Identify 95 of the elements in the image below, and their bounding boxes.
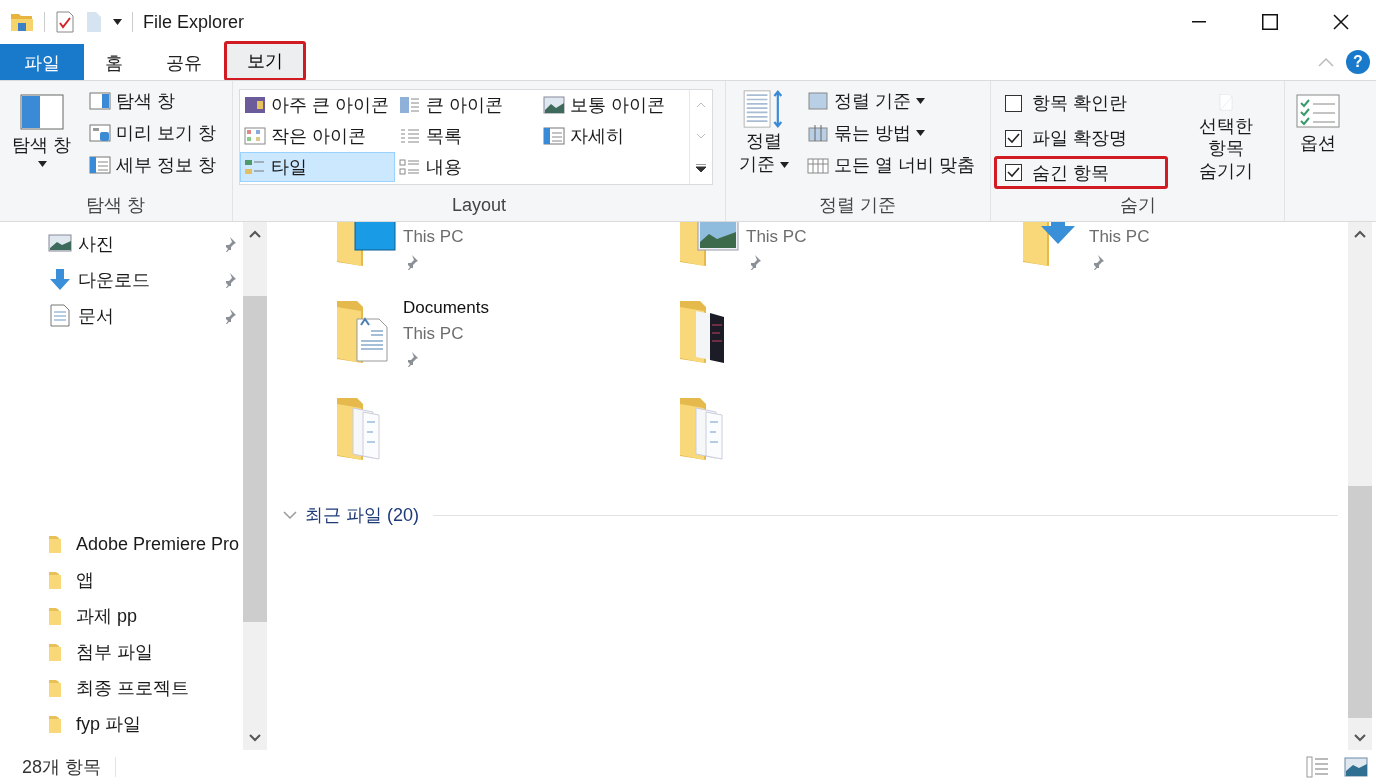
folder-icon: [48, 570, 62, 590]
folder-icon: [48, 534, 62, 554]
checkbox-option[interactable]: 항목 확인란: [994, 87, 1168, 120]
folder-icon[interactable]: [10, 11, 34, 33]
sidebar-item[interactable]: fyp 파일: [48, 706, 243, 742]
pane-icon: [89, 92, 111, 110]
sidebar-item[interactable]: Adobe Premiere Pro: [48, 526, 243, 562]
preview-pane-icon: [89, 124, 111, 142]
more-icon[interactable]: [696, 163, 706, 172]
sort-icon: [807, 92, 829, 110]
folder-tile[interactable]: Documents This PC: [333, 295, 676, 392]
scrollbar[interactable]: [243, 222, 267, 750]
ribbon-button[interactable]: 묶는 방법: [802, 119, 980, 147]
folder-tile[interactable]: This PC: [676, 222, 1019, 295]
folder-icon: [48, 642, 62, 662]
group-label: 정렬 기준: [818, 194, 898, 217]
fit-columns-icon: [807, 156, 829, 174]
group-label: 탐색 창: [85, 194, 147, 217]
maximize-icon: [1261, 14, 1278, 30]
checklist-icon[interactable]: [55, 11, 75, 33]
scrollbar[interactable]: [1348, 222, 1372, 750]
layout-option[interactable]: 큰 아이콘: [395, 90, 539, 120]
group-label: 숨기: [1118, 194, 1157, 217]
large-icons-icon: [399, 96, 421, 114]
ribbon-tab[interactable]: 공유: [145, 44, 223, 80]
caret-icon: [113, 19, 122, 25]
ribbon-tab[interactable]: 보기: [224, 41, 306, 81]
sidebar-item[interactable]: 첨부 파일: [48, 634, 243, 670]
details-pane-icon: [543, 127, 565, 145]
document-icon: [48, 304, 72, 328]
group-label: Layout: [450, 193, 507, 217]
folder-icon: [48, 606, 62, 626]
layout-option[interactable]: 목록: [395, 121, 539, 151]
ribbon-button[interactable]: 세부 정보 창: [84, 151, 221, 179]
hide-selected-button[interactable]: 선택한 항목 숨기기: [1174, 87, 1278, 189]
checkbox-option[interactable]: 숨긴 항목: [994, 156, 1168, 189]
scrollbar-thumb[interactable]: [1348, 486, 1372, 718]
status-text: 28개 항목: [22, 756, 102, 779]
section-title: 최근 파일 (20): [305, 504, 419, 527]
minimize-icon: [1191, 21, 1206, 23]
navigation-pane-button[interactable]: 탐색 창: [6, 87, 78, 189]
section-header[interactable]: 최근 파일 (20): [283, 503, 1348, 527]
checkbox-option[interactable]: 파일 확장명: [994, 121, 1168, 155]
download-arrow-icon: [48, 268, 72, 292]
checkbox[interactable]: [1005, 164, 1022, 182]
list-view-icon: [399, 127, 421, 145]
window-title: File Explorer: [143, 11, 245, 33]
sidebar-item[interactable]: 최종 프로젝트: [48, 670, 243, 706]
close-icon: [1332, 14, 1349, 30]
folder-name: Documents: [403, 297, 489, 319]
sidebar-item[interactable]: 사진: [48, 226, 243, 262]
details-pane-icon: [89, 156, 111, 174]
layout-option[interactable]: 내용: [395, 152, 539, 182]
ribbon-button[interactable]: 미리 보기 창: [84, 119, 221, 147]
scroll-down-icon[interactable]: [1354, 734, 1366, 742]
medium-icons-icon: [543, 96, 565, 114]
large-icons-view-icon[interactable]: [1344, 757, 1368, 777]
folder-tile[interactable]: This PC: [333, 222, 676, 295]
checkbox[interactable]: [1005, 94, 1022, 112]
folder-location: This PC: [1089, 226, 1150, 248]
help-button[interactable]: ?: [1346, 50, 1370, 74]
scrollbar-thumb[interactable]: [243, 296, 267, 622]
folder-tile[interactable]: This PC: [1019, 222, 1348, 295]
group-icon: [807, 124, 829, 142]
small-icons-icon: [244, 127, 266, 145]
folder-location: This PC: [403, 323, 465, 345]
options-button[interactable]: 옵션: [1291, 87, 1345, 221]
scroll-up-icon[interactable]: [249, 230, 261, 238]
scroll-down-icon[interactable]: [249, 734, 261, 742]
checklist-icon: [1296, 94, 1340, 128]
sort-by-button[interactable]: 정렬 기준: [732, 87, 796, 189]
pane-icon: [20, 94, 64, 130]
checkbox[interactable]: [1005, 129, 1022, 147]
scroll-up-icon[interactable]: [1354, 230, 1366, 238]
file-tab[interactable]: 파일: [0, 44, 84, 80]
layout-option[interactable]: 아주 큰 아이콘: [240, 90, 395, 120]
sidebar-item[interactable]: 앱: [48, 562, 243, 598]
sidebar-item[interactable]: 다운로드: [48, 262, 243, 298]
folder-icon: [48, 714, 62, 734]
sidebar-item[interactable]: 문서: [48, 298, 243, 334]
tiles-view-icon: [244, 158, 266, 176]
layout-option[interactable]: 작은 아이콘: [240, 121, 395, 151]
folder-location: This PC: [746, 226, 807, 248]
ribbon-button[interactable]: 정렬 기준: [802, 87, 980, 115]
layout-option[interactable]: 보통 아이콘: [539, 90, 689, 120]
ribbon-button[interactable]: 모든 열 너비 맞춤: [802, 151, 980, 179]
folder-location: This PC: [403, 226, 464, 248]
extra-large-icons-icon: [244, 96, 266, 114]
content-view-icon: [399, 158, 421, 176]
ribbon-tab[interactable]: 홈: [84, 44, 144, 80]
sidebar-item[interactable]: 과제 pp: [48, 598, 243, 634]
ribbon-button[interactable]: 탐색 창: [84, 87, 221, 115]
layout-option[interactable]: 타일: [240, 152, 395, 182]
layout-option[interactable]: 자세히: [539, 121, 689, 151]
folder-icon: [48, 678, 62, 698]
